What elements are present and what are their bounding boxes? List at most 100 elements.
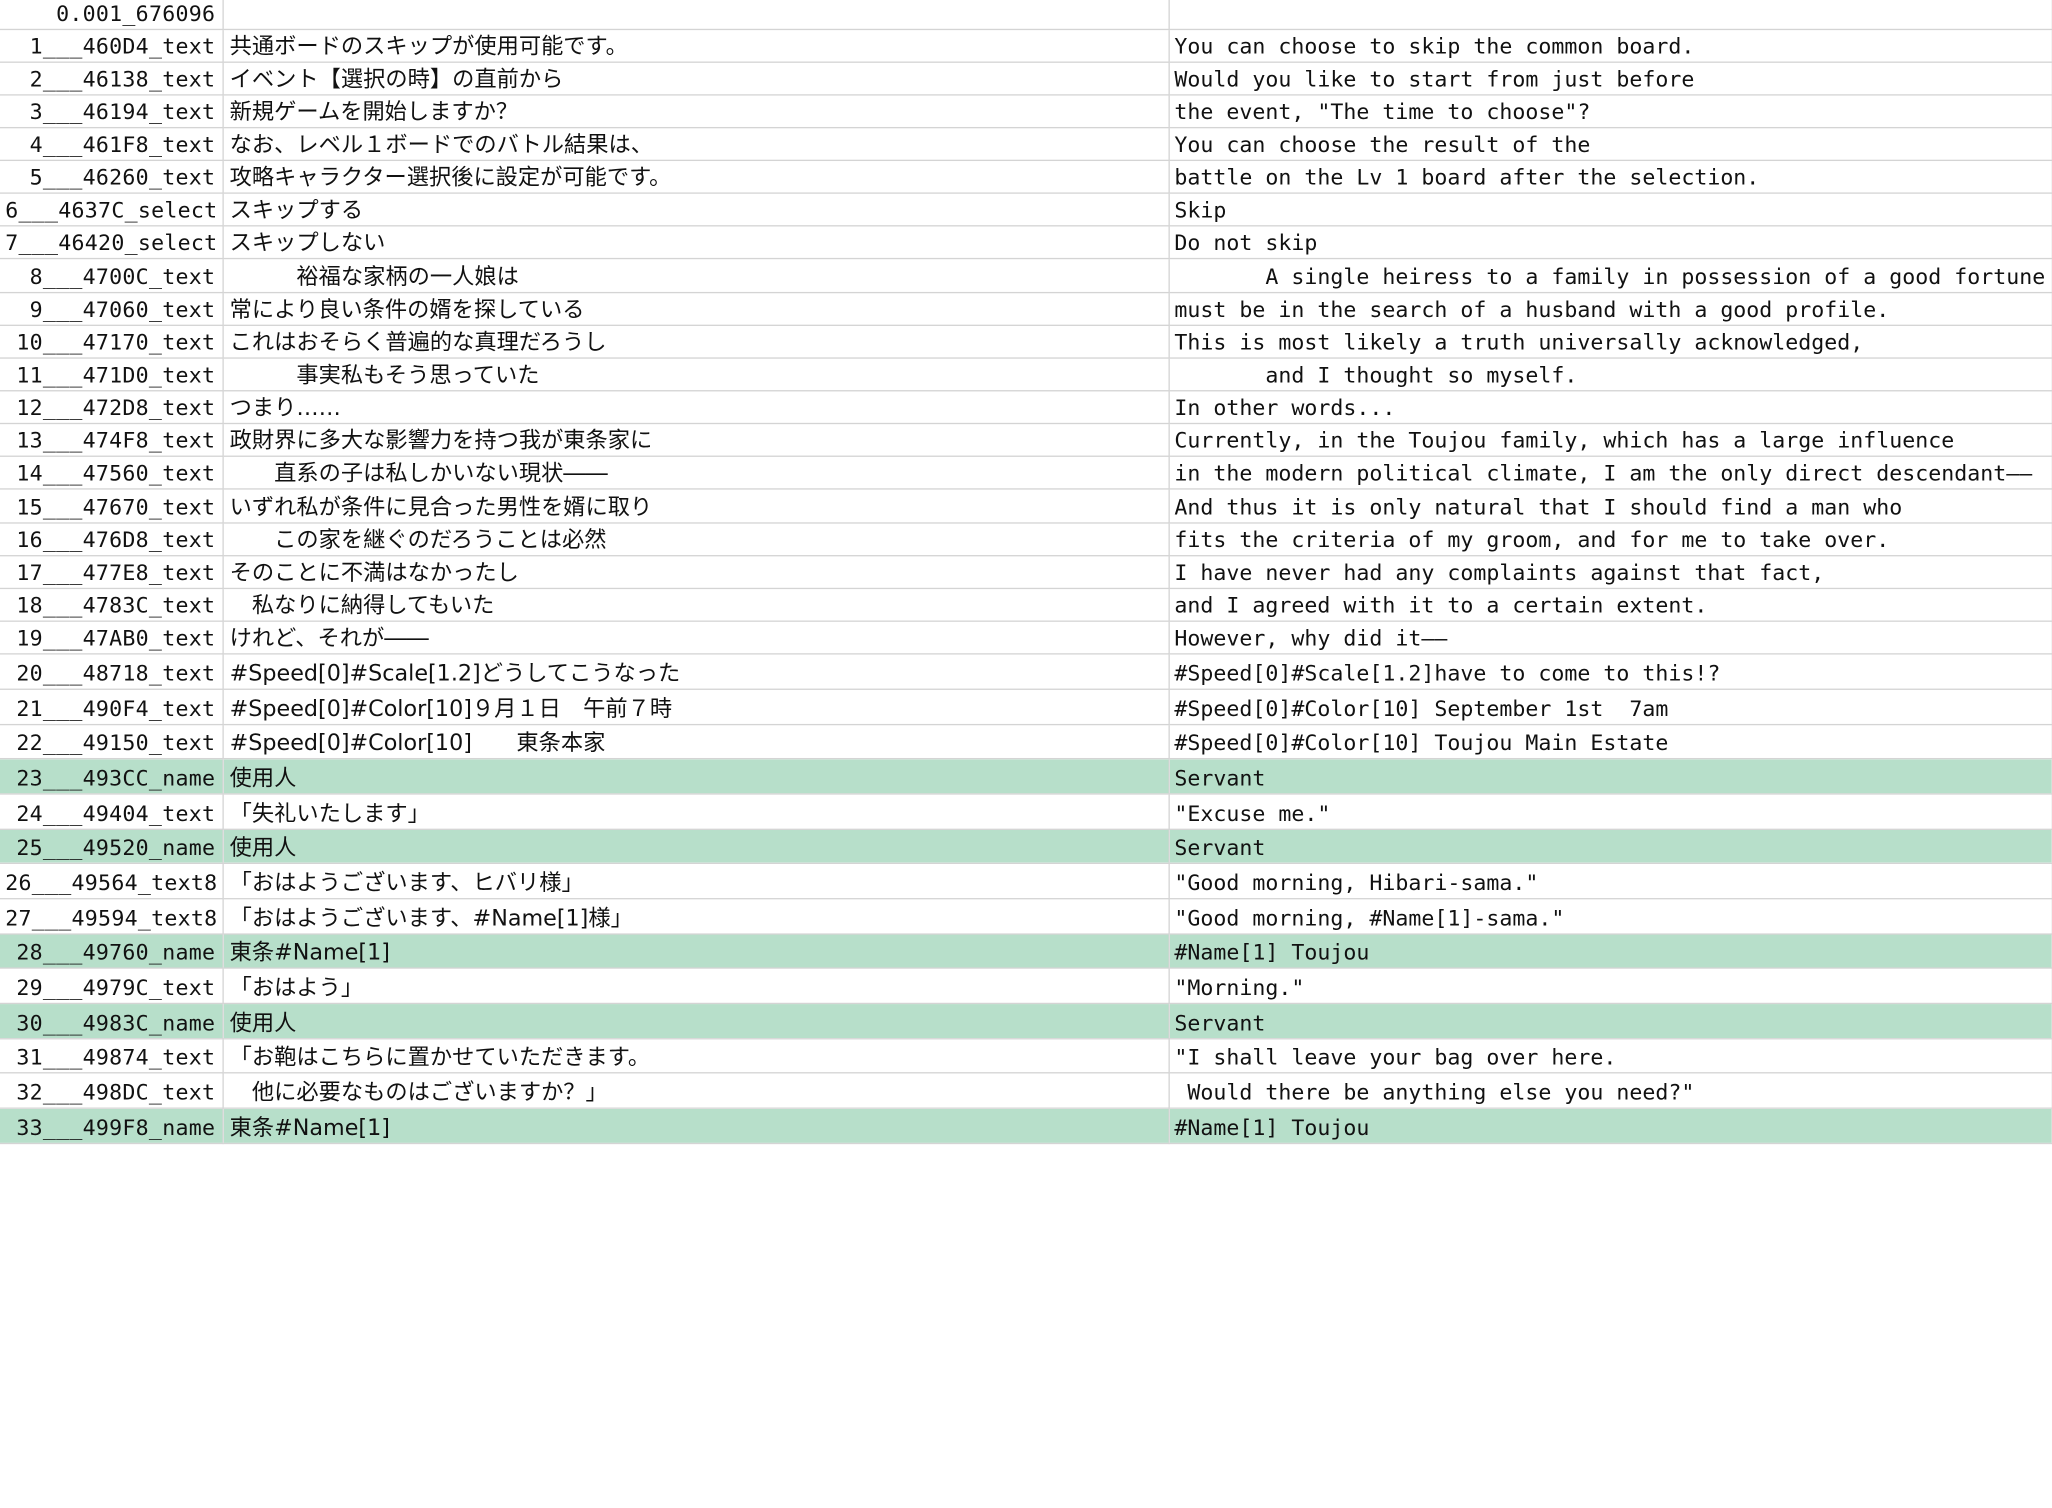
cell-english-text[interactable]: Would there be anything else you need?" — [1168, 1073, 2052, 1109]
cell-english-text[interactable]: Servant — [1168, 828, 2052, 865]
cell-row-id[interactable]: 30___4983C_name — [0, 1003, 224, 1040]
cell-english-text[interactable]: Do not skip — [1168, 226, 2052, 260]
cell-japanese-text[interactable]: 使用人 — [222, 758, 1170, 795]
cell-english-text[interactable]: in the modern political climate, I am th… — [1168, 456, 2052, 491]
cell-row-id[interactable]: 3___46194_text — [0, 94, 224, 129]
cell-japanese-text[interactable]: 事実私もそう思っていた — [222, 357, 1170, 392]
cell-japanese-text[interactable]: これはおそらく普遍的な真理だろうし — [222, 325, 1170, 359]
cell-row-id[interactable]: 28___49760_name — [0, 933, 224, 970]
cell-row-id[interactable]: 6___4637C_select — [0, 193, 224, 227]
cell-japanese-text[interactable]: 「おはよう」 — [222, 968, 1170, 1005]
cell-japanese-text[interactable]: 攻略キャラクター選択後に設定が可能です。 — [222, 160, 1170, 195]
cell-japanese-text[interactable]: 直系の子は私しかいない現状―― — [222, 456, 1170, 491]
cell-japanese-text[interactable]: 「おはようございます、ヒバリ様」 — [222, 863, 1170, 900]
cell-english-text[interactable]: and I thought so myself. — [1168, 357, 2052, 392]
cell-english-text[interactable]: Currently, in the Toujou family, which h… — [1168, 423, 2052, 458]
cell-row-id[interactable]: 8___4700C_text — [0, 259, 224, 293]
cell-row-id[interactable]: 15___47670_text — [0, 489, 224, 524]
cell-japanese-text[interactable]: 「失礼いたします」 — [222, 793, 1170, 830]
cell-row-id[interactable]: 2___46138_text — [0, 61, 224, 96]
cell-row-id[interactable]: 9___47060_text — [0, 292, 224, 326]
cell-japanese-text[interactable]: スキップしない — [222, 226, 1170, 260]
cell-english-text[interactable] — [1168, 0, 2052, 30]
cell-english-text[interactable]: battle on the Lv 1 board after the selec… — [1168, 160, 2052, 195]
cell-japanese-text[interactable]: けれど、それが―― — [222, 621, 1170, 655]
cell-english-text[interactable]: Skip — [1168, 193, 2052, 227]
cell-english-text[interactable]: In other words... — [1168, 390, 2052, 425]
cell-english-text[interactable]: However, why did it―― — [1168, 621, 2052, 655]
cell-japanese-text[interactable]: つまり…… — [222, 390, 1170, 425]
cell-english-text[interactable]: Would you like to start from just before — [1168, 61, 2052, 96]
cell-english-text[interactable]: #Speed[0]#Scale[1.2]have to come to this… — [1168, 654, 2052, 690]
cell-japanese-text[interactable]: この家を継ぐのだろうことは必然 — [222, 522, 1170, 557]
cell-row-id[interactable]: 20___48718_text — [0, 654, 224, 690]
cell-row-id[interactable]: 17___477E8_text — [0, 555, 224, 589]
cell-english-text[interactable]: I have never had any complaints against … — [1168, 555, 2052, 589]
cell-english-text[interactable]: And thus it is only natural that I shoul… — [1168, 489, 2052, 524]
cell-english-text[interactable]: Servant — [1168, 1003, 2052, 1040]
cell-english-text[interactable]: #Name[1] Toujou — [1168, 933, 2052, 970]
cell-row-id[interactable]: 25___49520_name — [0, 828, 224, 865]
cell-japanese-text[interactable]: そのことに不満はなかったし — [222, 555, 1170, 589]
cell-row-id[interactable]: 4___461F8_text — [0, 127, 224, 162]
cell-english-text[interactable]: must be in the search of a husband with … — [1168, 292, 2052, 326]
cell-row-id[interactable]: 12___472D8_text — [0, 390, 224, 425]
cell-japanese-text[interactable]: 使用人 — [222, 1003, 1170, 1040]
cell-row-id[interactable]: 29___4979C_text — [0, 968, 224, 1005]
cell-row-id[interactable]: 16___476D8_text — [0, 522, 224, 557]
cell-row-id[interactable]: 13___474F8_text — [0, 423, 224, 458]
cell-english-text[interactable]: Servant — [1168, 758, 2052, 795]
cell-english-text[interactable]: #Name[1] Toujou — [1168, 1108, 2052, 1144]
cell-english-text[interactable]: "I shall leave your bag over here. — [1168, 1038, 2052, 1075]
cell-english-text[interactable]: #Speed[0]#Color[10] September 1st 7am — [1168, 689, 2052, 725]
cell-english-text[interactable]: and I agreed with it to a certain extent… — [1168, 588, 2052, 622]
cell-row-id[interactable]: 0.001_676096 — [0, 0, 224, 30]
cell-row-id[interactable]: 24___49404_text — [0, 793, 224, 830]
cell-english-text[interactable]: "Good morning, #Name[1]-sama." — [1168, 898, 2052, 935]
cell-row-id[interactable]: 11___471D0_text — [0, 357, 224, 392]
cell-japanese-text[interactable]: 私なりに納得してもいた — [222, 588, 1170, 622]
cell-row-id[interactable]: 1___460D4_text — [0, 28, 224, 63]
cell-english-text[interactable]: fits the criteria of my groom, and for m… — [1168, 522, 2052, 557]
cell-japanese-text[interactable]: #Speed[0]#Scale[1.2]どうしてこうなった — [222, 654, 1170, 690]
cell-japanese-text[interactable]: スキップする — [222, 193, 1170, 227]
cell-japanese-text[interactable]: 共通ボードのスキップが使用可能です。 — [222, 28, 1170, 63]
cell-row-id[interactable]: 33___499F8_name — [0, 1108, 224, 1144]
cell-japanese-text[interactable]: 「お鞄はこちらに置かせていただきます。 — [222, 1038, 1170, 1075]
cell-english-text[interactable]: You can choose to skip the common board. — [1168, 28, 2052, 63]
cell-row-id[interactable]: 14___47560_text — [0, 456, 224, 491]
cell-japanese-text[interactable]: 「おはようございます、#Name[1]様」 — [222, 898, 1170, 935]
cell-row-id[interactable]: 5___46260_text — [0, 160, 224, 195]
cell-japanese-text[interactable]: 東条#Name[1] — [222, 933, 1170, 970]
cell-row-id[interactable]: 23___493CC_name — [0, 758, 224, 795]
cell-row-id[interactable]: 27___49594_text8 — [0, 898, 224, 935]
cell-english-text[interactable]: This is most likely a truth universally … — [1168, 325, 2052, 359]
cell-row-id[interactable]: 10___47170_text — [0, 325, 224, 359]
cell-japanese-text[interactable] — [222, 0, 1170, 30]
cell-japanese-text[interactable]: 新規ゲームを開始しますか？ — [222, 94, 1170, 129]
cell-japanese-text[interactable]: 他に必要なものはございますか？」 — [222, 1073, 1170, 1109]
cell-japanese-text[interactable]: なお、レベル１ボードでのバトル結果は、 — [222, 127, 1170, 162]
cell-japanese-text[interactable]: #Speed[0]#Color[10]９月１日 午前７時 — [222, 689, 1170, 725]
cell-row-id[interactable]: 7___46420_select — [0, 226, 224, 260]
cell-english-text[interactable]: "Good morning, Hibari-sama." — [1168, 863, 2052, 900]
cell-row-id[interactable]: 26___49564_text8 — [0, 863, 224, 900]
cell-row-id[interactable]: 32___498DC_text — [0, 1073, 224, 1109]
cell-english-text[interactable]: "Morning." — [1168, 968, 2052, 1005]
cell-english-text[interactable]: You can choose the result of the — [1168, 127, 2052, 162]
cell-row-id[interactable]: 22___49150_text — [0, 723, 224, 760]
cell-japanese-text[interactable]: いずれ私が条件に見合った男性を婿に取り — [222, 489, 1170, 524]
cell-row-id[interactable]: 18___4783C_text — [0, 588, 224, 622]
cell-english-text[interactable]: #Speed[0]#Color[10] Toujou Main Estate — [1168, 723, 2052, 760]
cell-japanese-text[interactable]: 東条#Name[1] — [222, 1108, 1170, 1144]
cell-japanese-text[interactable]: #Speed[0]#Color[10] 東条本家 — [222, 723, 1170, 760]
cell-english-text[interactable]: A single heiress to a family in possessi… — [1168, 259, 2052, 293]
cell-japanese-text[interactable]: 政財界に多大な影響力を持つ我が東条家に — [222, 423, 1170, 458]
cell-japanese-text[interactable]: 使用人 — [222, 828, 1170, 865]
cell-row-id[interactable]: 31___49874_text — [0, 1038, 224, 1075]
cell-row-id[interactable]: 21___490F4_text — [0, 689, 224, 725]
cell-japanese-text[interactable]: 裕福な家柄の一人娘は — [222, 259, 1170, 293]
cell-row-id[interactable]: 19___47AB0_text — [0, 621, 224, 655]
cell-english-text[interactable]: the event, "The time to choose"? — [1168, 94, 2052, 129]
cell-english-text[interactable]: "Excuse me." — [1168, 793, 2052, 830]
